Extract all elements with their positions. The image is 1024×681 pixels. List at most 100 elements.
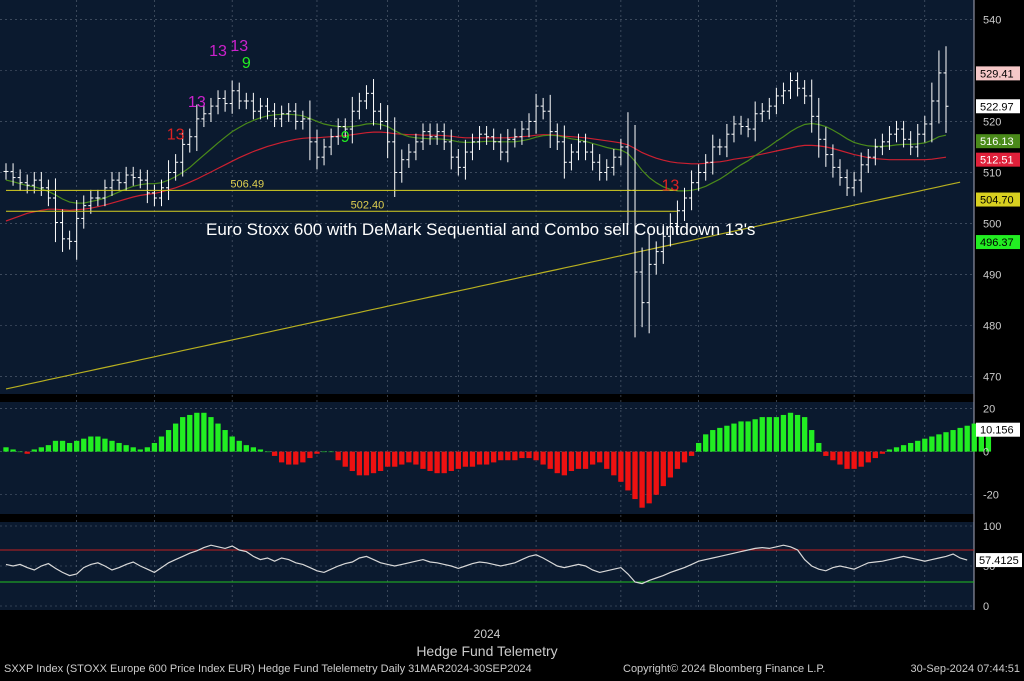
histogram-bar bbox=[194, 412, 200, 452]
histogram-bar bbox=[589, 451, 596, 465]
histogram-bar bbox=[314, 451, 320, 454]
histogram-bar bbox=[533, 451, 539, 461]
bloomberg-chart: 506.49502.40 470480490500510520530540-20… bbox=[0, 0, 1024, 676]
y-tick-label: 470 bbox=[983, 372, 1001, 384]
demark-level-label: 502.40 bbox=[351, 199, 385, 211]
histogram-bar bbox=[335, 451, 341, 461]
histogram-bar bbox=[639, 451, 645, 508]
histogram-bar bbox=[293, 451, 299, 465]
histogram-bar bbox=[582, 451, 589, 469]
histogram-bar bbox=[893, 447, 900, 452]
histogram-bar bbox=[505, 451, 511, 461]
histogram-bar bbox=[752, 419, 758, 452]
y-tick-label: 0 bbox=[983, 601, 989, 613]
histogram-bar bbox=[377, 451, 384, 472]
histogram-bar bbox=[10, 449, 16, 452]
histogram-bar bbox=[816, 442, 822, 452]
histogram-bar bbox=[575, 451, 582, 469]
histogram-bar bbox=[688, 451, 695, 456]
histogram-bar bbox=[3, 447, 9, 452]
histogram-bar bbox=[695, 442, 702, 452]
y-tick-label: 0 bbox=[983, 447, 989, 459]
histogram-bar bbox=[307, 451, 313, 459]
histogram-bar bbox=[462, 451, 469, 467]
histogram-bar bbox=[342, 451, 348, 467]
countdown-label: 9 bbox=[341, 129, 350, 146]
histogram-bar bbox=[349, 451, 355, 472]
histogram-bar bbox=[830, 451, 836, 461]
histogram-bar bbox=[356, 451, 363, 476]
histogram-bar bbox=[794, 414, 801, 452]
histogram-bar bbox=[187, 414, 193, 452]
histogram-bar bbox=[222, 430, 228, 452]
histogram-bar bbox=[59, 440, 66, 452]
y-tick-label: 480 bbox=[983, 321, 1001, 333]
histogram-bar bbox=[455, 451, 461, 469]
histogram-bar bbox=[957, 427, 963, 452]
y-tick-label: 540 bbox=[983, 14, 1001, 26]
source-label: Hedge Fund Telemetry bbox=[416, 643, 557, 659]
histogram-bar bbox=[540, 451, 546, 465]
histogram-bar bbox=[731, 423, 737, 452]
histogram-bar bbox=[392, 451, 398, 467]
histogram-bar bbox=[66, 442, 73, 452]
chart-stage: 506.49502.40 470480490500510520530540-20… bbox=[0, 0, 1024, 676]
histogram-bar bbox=[483, 451, 490, 465]
histogram-bar bbox=[286, 451, 292, 465]
y-tick-label: 20 bbox=[983, 403, 995, 415]
footer-description: SXXP Index (STOXX Europe 600 Price Index… bbox=[4, 663, 532, 675]
y-tick-label: 520 bbox=[983, 116, 1001, 128]
histogram-bar bbox=[385, 451, 391, 467]
histogram-bar bbox=[95, 436, 101, 452]
histogram-bar bbox=[300, 451, 306, 463]
price-tag-label: 529.41 bbox=[980, 68, 1014, 80]
histogram-bar bbox=[158, 436, 165, 452]
histogram-bar bbox=[674, 451, 681, 469]
histogram-bar bbox=[413, 451, 419, 465]
histogram-bar bbox=[257, 449, 264, 452]
countdown-label: 13 bbox=[167, 126, 185, 143]
histogram-bar bbox=[441, 451, 447, 474]
histogram-bar bbox=[766, 417, 772, 452]
histogram-bar bbox=[964, 425, 970, 452]
histogram-bar bbox=[215, 423, 221, 452]
histogram-bar bbox=[745, 421, 751, 452]
histogram-bar bbox=[271, 451, 278, 456]
histogram-bar bbox=[74, 440, 80, 452]
histogram-bar bbox=[851, 451, 857, 469]
histogram-bar bbox=[724, 425, 730, 452]
histogram-bar bbox=[201, 412, 207, 452]
y-tick-label: -20 bbox=[983, 490, 999, 502]
histogram-bar bbox=[801, 417, 808, 452]
histogram-bar bbox=[908, 442, 914, 452]
right-axis: 470480490500510520530540-20020050100529.… bbox=[976, 14, 1022, 613]
histogram-bar bbox=[780, 414, 787, 452]
oscillator-value-label: 57.4125 bbox=[979, 555, 1019, 567]
histogram-bar bbox=[236, 440, 242, 452]
histogram-bar bbox=[491, 451, 497, 463]
histogram-bar bbox=[717, 427, 723, 452]
histogram-bar bbox=[950, 430, 956, 452]
histogram-bar bbox=[469, 451, 476, 467]
histogram-bar bbox=[547, 451, 553, 469]
chart-annotation: Euro Stoxx 600 with DeMark Sequential an… bbox=[206, 220, 755, 239]
histogram-bar bbox=[646, 451, 652, 504]
histogram-bar bbox=[554, 451, 560, 474]
histogram-bar bbox=[102, 438, 108, 452]
y-tick-label: 510 bbox=[983, 167, 1001, 179]
histogram-bar bbox=[660, 451, 666, 487]
histogram-bar bbox=[229, 436, 235, 452]
demark-level-label: 506.49 bbox=[230, 178, 264, 190]
histogram-bar bbox=[618, 451, 624, 482]
histogram-bar bbox=[328, 451, 334, 453]
price-tag-label: 504.70 bbox=[980, 195, 1014, 207]
histogram-bar bbox=[406, 451, 412, 463]
histogram-bar bbox=[109, 440, 115, 452]
histogram-bar bbox=[31, 449, 37, 452]
countdown-label: 9 bbox=[242, 55, 251, 72]
histogram-bar bbox=[844, 451, 850, 469]
histogram-bar bbox=[151, 442, 158, 452]
histogram-bar bbox=[787, 412, 794, 452]
histogram-bar bbox=[116, 442, 122, 452]
histogram-bar bbox=[809, 430, 815, 452]
